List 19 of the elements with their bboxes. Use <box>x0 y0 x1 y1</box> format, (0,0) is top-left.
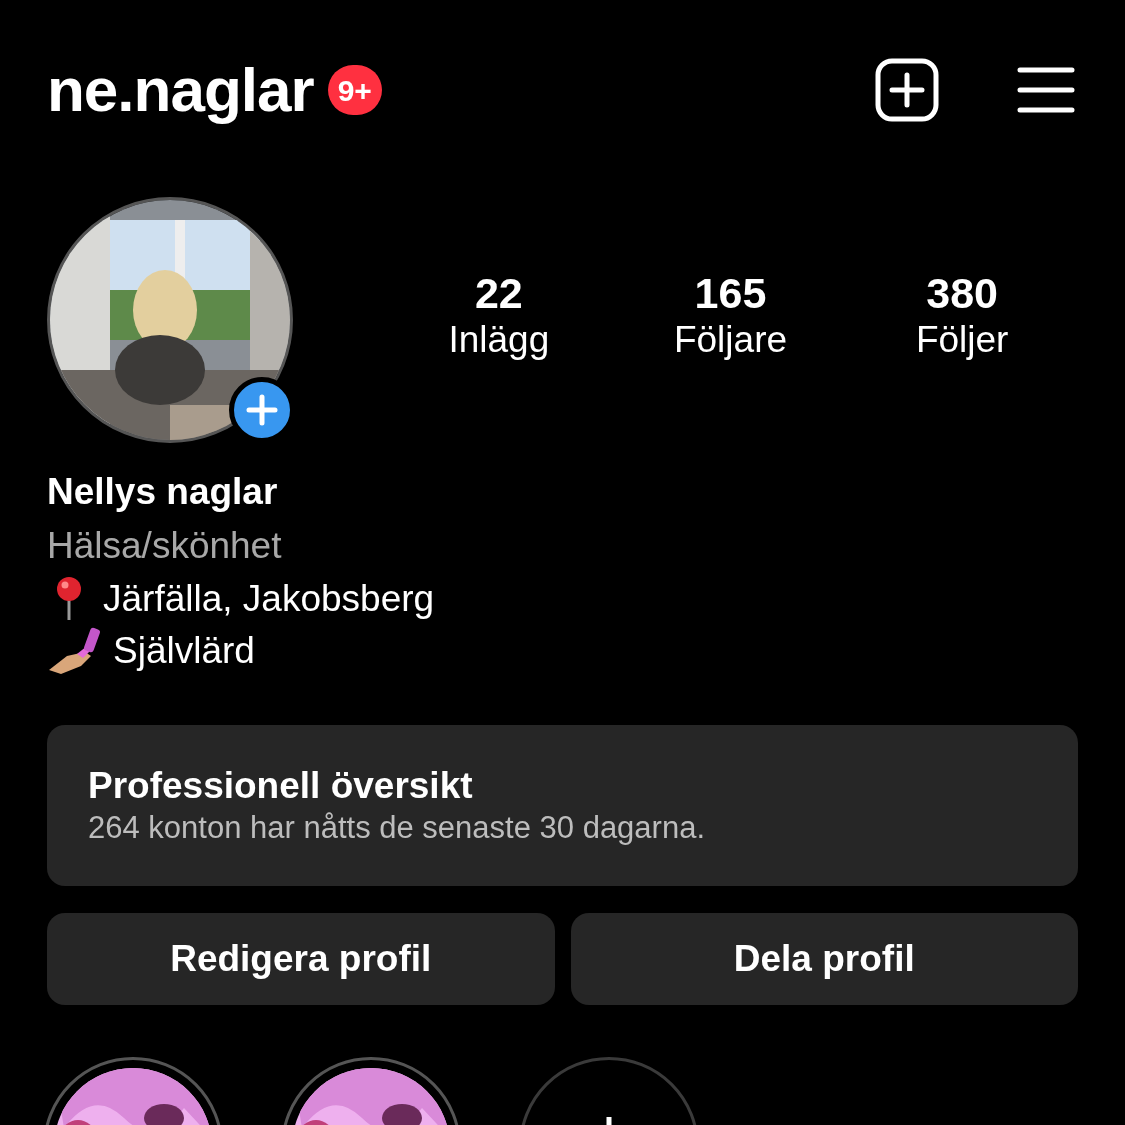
dashboard-subtitle: 264 konton har nåtts de senaste 30 dagarna. <box>88 808 707 847</box>
stat-item[interactable]: 380 Följer <box>846 268 1078 362</box>
stat-count: 22 <box>474 268 523 318</box>
stat-count: 380 <box>926 268 999 318</box>
share-profile-button[interactable]: Dela profil <box>570 913 1078 1005</box>
bio-line: Järfälla, Jakobsberg <box>103 577 435 621</box>
dashboard-title: Professionell översikt <box>88 763 474 808</box>
stat-label: Följer <box>915 318 1009 362</box>
stat-item[interactable]: 165 Följare <box>614 268 847 362</box>
stat-label: Följare <box>673 318 788 362</box>
stat-count: 165 <box>694 268 767 318</box>
notification-badge: 9+ <box>327 65 382 115</box>
professional-dashboard-card[interactable]: Professionell översikt 264 konton har nåtts de senaste 30 dagarna. <box>47 725 1078 886</box>
stat-item[interactable]: 22 Inlägg <box>383 268 615 362</box>
bio-line: Självlärd <box>113 629 255 673</box>
profile-name: Nellys naglar <box>47 470 279 514</box>
stat-label: Inlägg <box>448 318 550 362</box>
edit-profile-button[interactable]: Redigera profil <box>47 913 555 1005</box>
profile-category[interactable]: Hälsa/skönhet <box>47 519 1078 573</box>
